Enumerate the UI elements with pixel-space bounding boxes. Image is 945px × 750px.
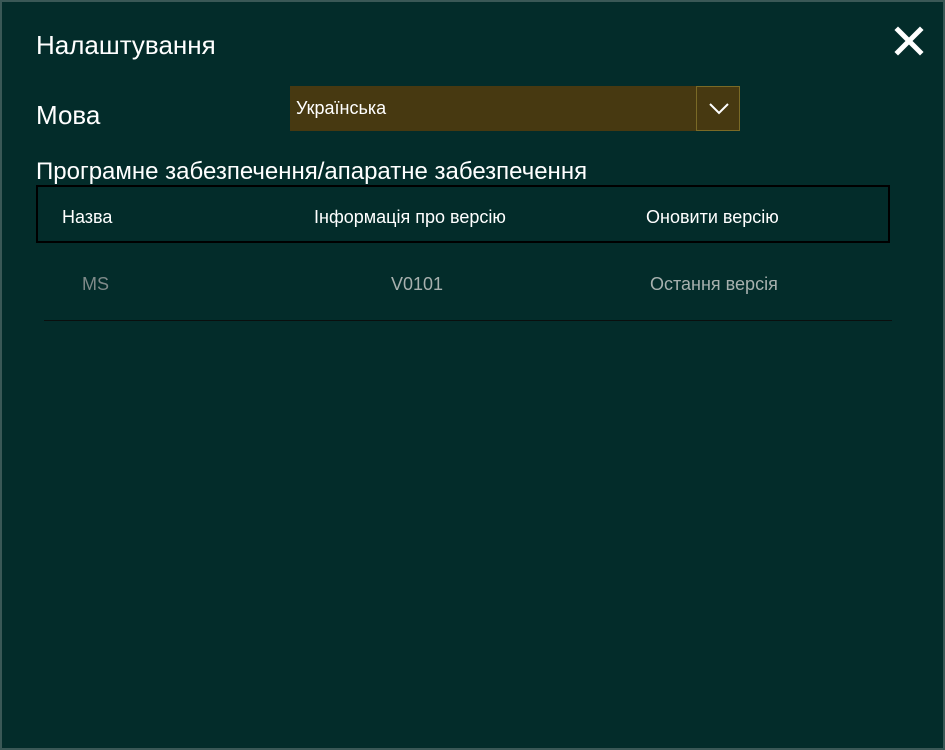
dialog-title: Налаштування (36, 30, 216, 60)
software-hardware-section-title: Програмне забезпечення/апаратне забезпеч… (36, 158, 588, 185)
table-row: MS V0101 Остання версія (44, 254, 892, 321)
column-header-version-info: Інформація про версію (314, 207, 506, 227)
cell-name: MS (82, 274, 109, 294)
language-label: Мова (36, 100, 101, 130)
close-icon[interactable] (892, 24, 926, 58)
language-select-toggle[interactable] (696, 86, 740, 131)
table-header: Назва Інформація про версію Оновити верс… (36, 185, 890, 243)
language-select[interactable]: Українська (290, 86, 740, 131)
language-select-value: Українська (296, 98, 387, 118)
settings-dialog: Налаштування Мова Українська Програмне з… (0, 0, 945, 750)
cell-version: V0101 (391, 274, 444, 294)
cell-update-status: Остання версія (650, 274, 778, 294)
chevron-down-icon (709, 103, 729, 115)
column-header-update-version: Оновити версію (646, 207, 779, 227)
close-button[interactable] (892, 24, 926, 58)
column-header-name: Назва (62, 207, 113, 227)
